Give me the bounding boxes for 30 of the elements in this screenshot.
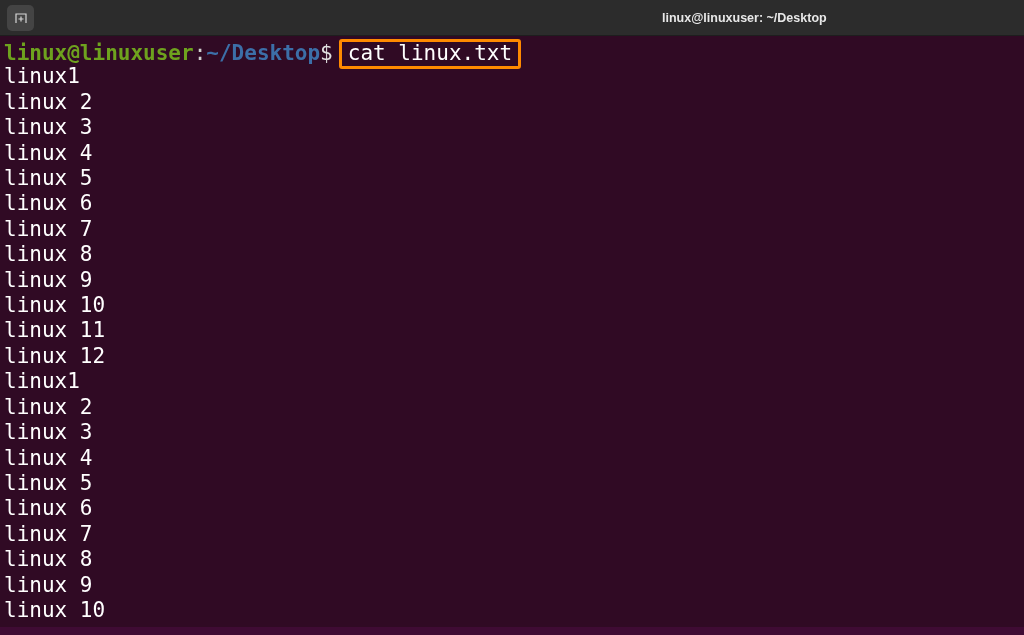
- output-line: linux 6: [4, 191, 93, 217]
- output-line: linux 5: [4, 470, 93, 497]
- output-line: linux 6: [4, 496, 93, 522]
- output-line: linux 11: [4, 318, 106, 344]
- output-line: linux 10: [4, 293, 106, 319]
- command-text: cat linux.txt: [338, 38, 522, 69]
- output-line: linux1: [4, 64, 80, 90]
- output-line: linux1: [4, 369, 80, 395]
- output-line: linux 7: [4, 216, 93, 243]
- output-line: linux 4: [4, 140, 93, 167]
- output-line: linux 3: [4, 115, 93, 141]
- prompt-separator: :: [193, 40, 207, 67]
- output-line: linux 8: [4, 547, 93, 573]
- window-title: linux@linuxuser: ~/Desktop: [662, 11, 827, 25]
- output-line: linux 10: [4, 597, 106, 624]
- new-tab-button[interactable]: [7, 4, 34, 31]
- new-tab-icon: [14, 12, 27, 23]
- prompt-path: ~/Desktop: [206, 40, 321, 67]
- output-line: linux 4: [4, 445, 93, 471]
- output-line: linux 3: [4, 420, 93, 446]
- output-line: linux 8: [4, 242, 93, 268]
- prompt-symbol: $: [320, 40, 333, 67]
- output-line: linux 9: [4, 267, 93, 294]
- output-line: linux 9: [4, 572, 93, 598]
- prompt-user-host: linux@linuxuser: [4, 40, 194, 67]
- output-line: linux 12: [4, 343, 106, 370]
- output-line: linux 2: [4, 394, 93, 421]
- output-line: linux 7: [4, 521, 93, 548]
- output-line: linux 2: [4, 89, 93, 116]
- output-line: linux 5: [4, 166, 93, 192]
